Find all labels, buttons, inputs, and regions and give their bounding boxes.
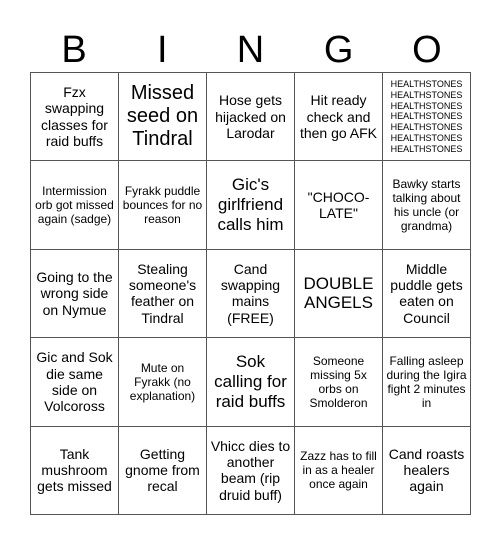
bingo-cell[interactable]: Cand roasts healers again — [383, 426, 471, 515]
bingo-cell[interactable]: Stealing someone's feather on Tindral — [119, 249, 207, 339]
bingo-cell[interactable]: DOUBLE ANGELS — [295, 249, 383, 339]
bingo-cell[interactable]: Vhicc dies to another beam (rip druid bu… — [207, 426, 295, 515]
header-letter-g: G — [323, 29, 354, 71]
bingo-cell[interactable]: Cand swapping mains (FREE) — [207, 249, 295, 339]
bingo-cell[interactable]: Falling asleep during the Igira fight 2 … — [383, 338, 471, 427]
bingo-cell[interactable]: Getting gnome from recal — [119, 426, 207, 515]
bingo-cell[interactable]: Missed seed on Tindral — [119, 73, 207, 162]
bingo-cell[interactable]: Middle puddle gets eaten on Council — [383, 249, 471, 339]
bingo-cell[interactable]: "CHOCO-LATE" — [295, 161, 383, 250]
header-letter-i: I — [157, 29, 168, 71]
bingo-cell[interactable]: Someone missing 5x orbs on Smolderon — [295, 338, 383, 427]
bingo-cell[interactable]: Gic and Sok die same side on Volcoross — [31, 338, 119, 427]
bingo-header: B I N G O — [30, 28, 471, 72]
header-letter-o: O — [412, 29, 442, 71]
bingo-cell[interactable]: Hit ready check and then go AFK — [295, 73, 383, 162]
bingo-cell[interactable]: Mute on Fyrakk (no explanation) — [119, 338, 207, 427]
bingo-cell[interactable]: Sok calling for raid buffs — [207, 338, 295, 427]
bingo-cell[interactable]: Fzx swapping classes for raid buffs — [31, 73, 119, 162]
bingo-cell[interactable]: Hose gets hijacked on Larodar — [207, 73, 295, 162]
bingo-cell[interactable]: Zazz has to fill in as a healer once aga… — [295, 426, 383, 515]
header-letter-b: B — [61, 29, 87, 71]
bingo-cell[interactable]: Going to the wrong side on Nymue — [31, 249, 119, 339]
bingo-cell[interactable]: Fyrakk puddle bounces for no reason — [119, 161, 207, 250]
bingo-card: Fzx swapping classes for raid buffs Miss… — [30, 72, 471, 515]
bingo-cell[interactable]: Bawky starts talking about his uncle (or… — [383, 161, 471, 250]
bingo-cell[interactable]: Gic's girlfriend calls him — [207, 161, 295, 250]
bingo-cell[interactable]: Intermission orb got missed again (sadge… — [31, 161, 119, 250]
header-letter-n: N — [236, 29, 265, 71]
bingo-cell[interactable]: Tank mushroom gets missed — [31, 426, 119, 515]
bingo-cell[interactable]: HEALTHSTONES HEALTHSTONES HEALTHSTONES H… — [383, 73, 471, 162]
